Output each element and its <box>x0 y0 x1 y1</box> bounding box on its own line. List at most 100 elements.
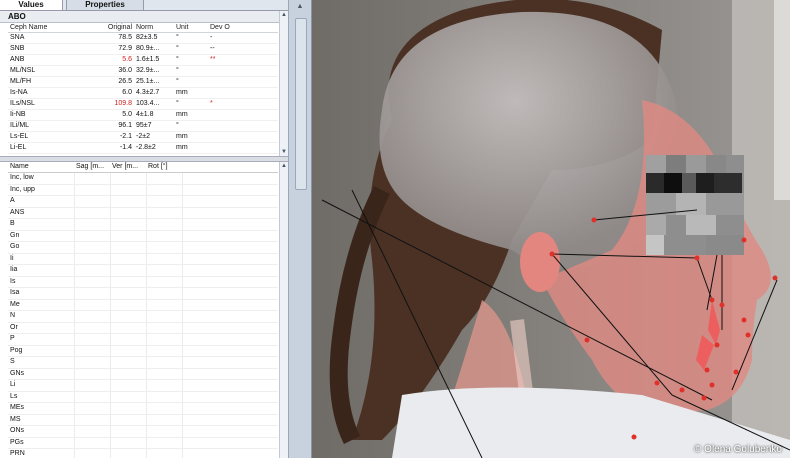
ceph-dev-cell: * <box>208 98 240 110</box>
landmark-row[interactable]: S <box>8 356 278 369</box>
landmark-row[interactable]: Me <box>8 299 278 311</box>
landmark-row[interactable]: Isa <box>8 287 278 300</box>
landmark-rot-cell <box>145 218 182 231</box>
landmark-row[interactable]: MS <box>8 414 278 426</box>
privacy-mosaic <box>646 155 744 255</box>
landmark-empty-cell <box>181 195 278 208</box>
landmark-rot-cell <box>145 391 182 403</box>
landmark-sag-cell <box>73 310 110 323</box>
landmark-row[interactable]: A <box>8 195 278 208</box>
landmark-rot-cell <box>145 322 182 334</box>
landmark-row[interactable]: MEs <box>8 402 278 415</box>
landmark-row[interactable]: Inc, upp <box>8 184 278 196</box>
col-header-unit[interactable]: Unit <box>174 23 208 33</box>
col-header-name[interactable]: Name <box>8 162 74 173</box>
landmark-row[interactable]: Iia <box>8 264 278 277</box>
landmark-row[interactable]: Gn <box>8 230 278 242</box>
landmark-rot-cell <box>145 402 182 415</box>
ceph-row[interactable]: Li-EL -1.4 -2.8±2 mm <box>8 142 278 154</box>
landmark-empty-cell <box>181 402 278 415</box>
ruler <box>774 0 790 200</box>
landmark-row[interactable]: P <box>8 333 278 346</box>
ceph-row[interactable]: ILs/NSL 109.8 103.4... ° * <box>8 98 278 110</box>
landmark-ver-cell <box>109 172 146 185</box>
landmark-row[interactable]: PRN <box>8 448 278 458</box>
scroll-up-icon[interactable]: ▲ <box>280 11 288 19</box>
col-header-norm[interactable]: Norm <box>134 23 174 33</box>
cephalogram-viewer[interactable]: © Olena Golubenko <box>312 0 790 458</box>
landmark-row[interactable]: Is <box>8 276 278 288</box>
landmark-ver-cell <box>109 218 146 231</box>
landmark-row[interactable]: Inc, low <box>8 172 278 185</box>
landmark-table-scrollbar[interactable]: ▲ <box>279 162 288 458</box>
ceph-row[interactable]: ANB 5.6 1.6±1.5 ° ** <box>8 54 278 66</box>
landmark-name-cell: GNs <box>8 368 74 380</box>
cephalogram-image[interactable]: © Olena Golubenko <box>312 0 790 458</box>
ceph-dev-cell: -- <box>208 43 240 55</box>
landmark-sag-cell <box>73 218 110 231</box>
landmark-row[interactable]: Li <box>8 379 278 392</box>
col-header-ceph-name[interactable]: Ceph Name <box>8 23 92 33</box>
landmark-rot-cell <box>145 241 182 254</box>
col-header-sag[interactable]: Sag [m... <box>74 162 110 173</box>
landmark-name-cell: Ls <box>8 391 74 403</box>
ceph-row[interactable]: ML/FH 26.5 25.1±... ° <box>8 76 278 88</box>
ceph-dev-cell <box>208 76 240 88</box>
scroll-up-icon[interactable]: ▲ <box>295 3 305 13</box>
ceph-row[interactable]: SNA 78.5 82±3.5 ° - <box>8 32 278 44</box>
ceph-empty-cell <box>240 43 278 55</box>
landmark-row[interactable]: N <box>8 310 278 323</box>
landmark-name-cell: Gn <box>8 230 74 242</box>
landmark-row[interactable]: Or <box>8 322 278 334</box>
panel-scrollbar[interactable]: ▲ <box>289 0 312 458</box>
ceph-original-cell: 36.0 <box>92 65 134 77</box>
landmark-row[interactable]: B <box>8 218 278 231</box>
tab-properties[interactable]: Properties <box>66 0 144 11</box>
landmark-sag-cell <box>73 448 110 458</box>
ceph-empty-cell <box>240 76 278 88</box>
landmark-ver-cell <box>109 322 146 334</box>
landmark-ver-cell <box>109 345 146 357</box>
ceph-table-scrollbar[interactable]: ▲ ▼ <box>279 11 288 156</box>
landmark-rot-cell <box>145 207 182 219</box>
landmark-row[interactable]: Go <box>8 241 278 254</box>
ceph-row[interactable]: ML/NSL 36.0 32.9±... ° <box>8 65 278 77</box>
tab-values[interactable]: Values <box>0 0 63 10</box>
ceph-original-cell: -1.4 <box>92 142 134 154</box>
landmark-sag-cell <box>73 379 110 392</box>
landmark-row[interactable]: ONs <box>8 425 278 438</box>
landmark-name-cell: Is <box>8 276 74 288</box>
scroll-thumb[interactable] <box>295 18 307 190</box>
landmark-rot-cell <box>145 230 182 242</box>
landmark-sag-cell <box>73 241 110 254</box>
landmark-name-cell: Or <box>8 322 74 334</box>
landmark-row[interactable]: ANS <box>8 207 278 219</box>
landmark-empty-cell <box>181 218 278 231</box>
ceph-row[interactable]: Ls-EL -2.1 -2±2 mm <box>8 131 278 143</box>
ceph-name-cell: ILs/NSL <box>8 98 92 110</box>
landmark-row[interactable]: Ls <box>8 391 278 403</box>
col-header-ver[interactable]: Ver [m... <box>110 162 146 173</box>
landmark-sag-cell <box>73 414 110 426</box>
scroll-up-icon[interactable]: ▲ <box>280 162 288 170</box>
col-header-rot[interactable]: Rot [°] <box>146 162 182 173</box>
landmark-row[interactable]: PGs <box>8 437 278 449</box>
ceph-dev-cell <box>208 120 240 132</box>
ceph-name-cell: ML/NSL <box>8 65 92 77</box>
cephalometric-table: Ceph Name Original Norm Unit Dev O SNA 78… <box>8 23 278 154</box>
landmark-ver-cell <box>109 230 146 242</box>
landmark-row[interactable]: Pog <box>8 345 278 357</box>
ceph-row[interactable]: SNB 72.9 80.9±... ° -- <box>8 43 278 55</box>
ceph-row[interactable]: Ii-NB 5.0 4±1.8 mm <box>8 109 278 121</box>
scroll-down-icon[interactable]: ▼ <box>280 148 288 156</box>
ceph-original-cell: 26.5 <box>92 76 134 88</box>
ceph-norm-cell: 32.9±... <box>134 65 174 77</box>
ceph-row[interactable]: Is-NA 6.0 4.3±2.7 mm <box>8 87 278 99</box>
col-header-original[interactable]: Original <box>92 23 134 33</box>
ceph-row[interactable]: ILi/ML 96.1 95±7 ° <box>8 120 278 132</box>
landmark-row[interactable]: Ii <box>8 253 278 265</box>
landmark-empty-cell <box>181 207 278 219</box>
ceph-unit-cell: ° <box>174 98 208 110</box>
col-header-dev[interactable]: Dev O <box>208 23 240 33</box>
landmark-row[interactable]: GNs <box>8 368 278 380</box>
